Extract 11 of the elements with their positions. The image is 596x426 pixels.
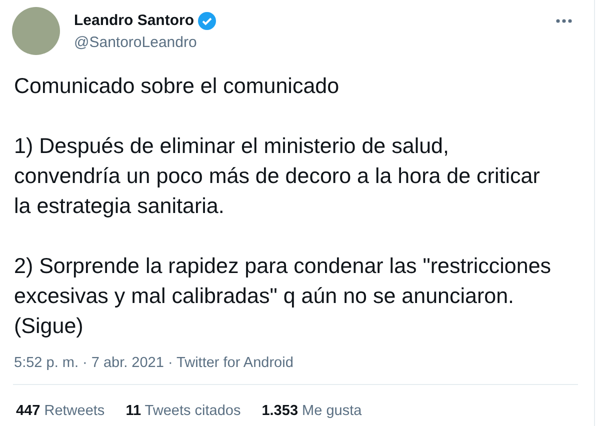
avatar-photo-placeholder[interactable] bbox=[12, 7, 60, 55]
more-options-icon[interactable] bbox=[556, 19, 572, 23]
tweet-paragraph: Comunicado sobre el comunicado bbox=[14, 73, 340, 100]
tweet-paragraph: 2) Sorprende la rapidez para condenar las "restricciones excesivas y mal calibradas" q aún no se anunciaron. (Sigue) bbox=[14, 253, 552, 340]
stat-link[interactable]: 11 Tweets citados bbox=[126, 403, 241, 419]
author-name[interactable]: Leandro Santoro bbox=[74, 12, 194, 29]
tweet-paragraph: 1) Después de eliminar el ministerio de salud, convendría un poco más de decoro a la hora de criticar la estrategia sanitaria. bbox=[14, 133, 541, 220]
stat-link[interactable]: 1.353 Me gusta bbox=[262, 403, 362, 419]
author-handle[interactable]: @SantoroLeandro bbox=[74, 34, 542, 50]
tweet-timestamp: 5:52 p. m. · 7 abr. 2021 · Twitter for Android bbox=[13, 355, 294, 371]
stat-link[interactable]: 447 Retweets bbox=[16, 403, 105, 419]
